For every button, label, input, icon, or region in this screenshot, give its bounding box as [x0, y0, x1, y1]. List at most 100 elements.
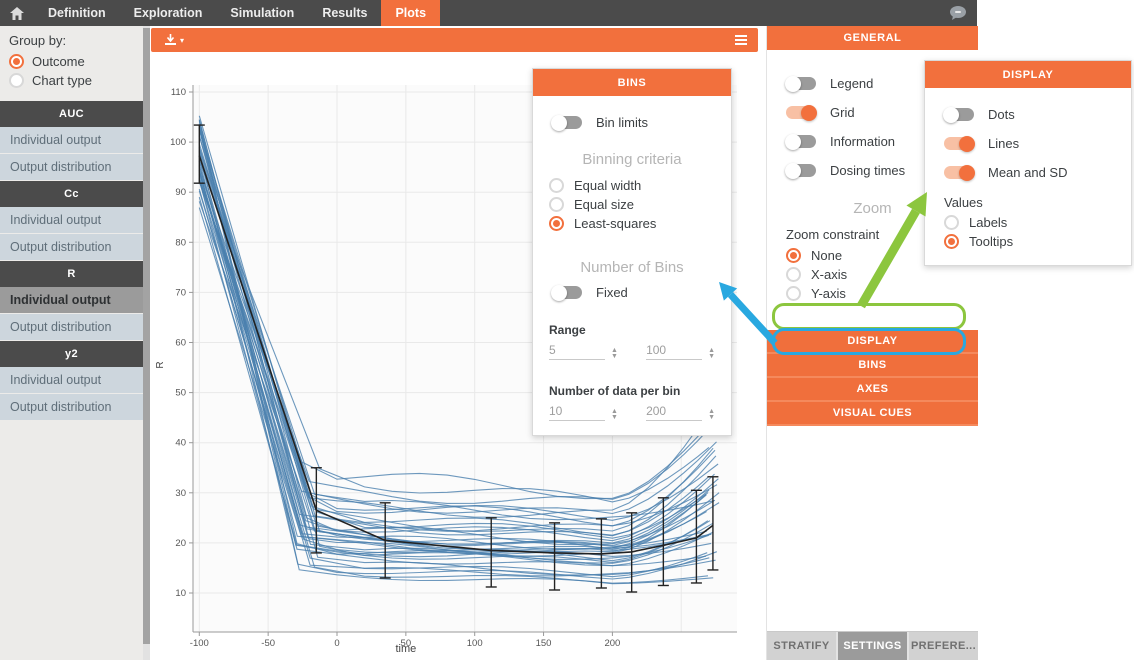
dots-toggle-switch[interactable]: [944, 108, 974, 121]
criteria-equal-size[interactable]: Equal size: [549, 195, 731, 214]
dosing-times-toggle-switch[interactable]: [786, 164, 816, 177]
fixed-bins-toggle-label: Fixed: [596, 285, 628, 300]
zoom-constraint-y-axis[interactable]: Y-axis: [786, 284, 978, 303]
values-tooltips[interactable]: Tooltips: [944, 232, 1131, 251]
bin-limits-toggle[interactable]: Bin limits: [533, 108, 731, 137]
dosing-times-toggle-label: Dosing times: [830, 163, 905, 178]
zoom-constraint-none-label: None: [811, 248, 842, 263]
svg-text:-100: -100: [190, 638, 209, 649]
lines-toggle-switch[interactable]: [944, 137, 974, 150]
values-labels[interactable]: Labels: [944, 213, 1131, 232]
dots-toggle[interactable]: Dots: [925, 100, 1131, 129]
sidebar-item-r-individual-output[interactable]: Individual output: [0, 287, 143, 313]
tab-exploration[interactable]: Exploration: [120, 0, 217, 26]
range-min-stepper[interactable]: ▲▼: [611, 348, 618, 360]
grid-toggle-knob: [801, 105, 817, 121]
range-max-input[interactable]: [646, 341, 702, 360]
sidebar-item-cc-output-distribution[interactable]: Output distribution: [0, 234, 143, 260]
feedback-button[interactable]: [949, 5, 967, 21]
group-by-radio-chart-type[interactable]: [9, 73, 24, 88]
range-max-stepper[interactable]: ▲▼: [708, 348, 715, 360]
grid-toggle-switch[interactable]: [786, 106, 816, 119]
lines-toggle[interactable]: Lines: [925, 129, 1131, 158]
stepper-down-icon: ▼: [708, 354, 715, 360]
svg-text:80: 80: [175, 237, 186, 248]
criteria-equal-size-radio[interactable]: [549, 197, 564, 212]
home-button[interactable]: [0, 0, 34, 26]
data-max-stepper[interactable]: ▲▼: [708, 409, 715, 421]
data-per-bin-label: Number of data per bin: [533, 384, 731, 398]
fixed-bins-toggle-knob: [551, 285, 567, 301]
visual-cues-button[interactable]: VISUAL CUES: [767, 402, 978, 426]
stepper-down-icon: ▼: [708, 415, 715, 421]
information-toggle-switch[interactable]: [786, 135, 816, 148]
svg-text:70: 70: [175, 287, 186, 298]
fixed-bins-toggle-switch[interactable]: [552, 286, 582, 299]
sidebar-item-y2-individual-output[interactable]: Individual output: [0, 367, 143, 393]
zoom-constraint-y-axis-label: Y-axis: [811, 286, 846, 301]
dots-toggle-knob: [943, 107, 959, 123]
data-min-input[interactable]: [549, 402, 605, 421]
svg-text:10: 10: [175, 588, 186, 599]
sidebar-item-auc-output-distribution[interactable]: Output distribution: [0, 154, 143, 180]
export-button[interactable]: ▾: [164, 34, 184, 46]
svg-text:60: 60: [175, 338, 186, 349]
group-by-radio-outcome[interactable]: [9, 54, 24, 69]
legend-toggle-switch[interactable]: [786, 77, 816, 90]
sidebar-scrollbar-thumb[interactable]: [143, 28, 150, 644]
values-tooltips-radio[interactable]: [944, 234, 959, 249]
sidebar-item-r-output-distribution[interactable]: Output distribution: [0, 314, 143, 340]
dosing-times-toggle-knob: [785, 163, 801, 179]
criteria-equal-width[interactable]: Equal width: [549, 176, 731, 195]
tab-results[interactable]: Results: [308, 0, 381, 26]
data-min-stepper[interactable]: ▲▼: [611, 409, 618, 421]
criteria-least-squares-label: Least-squares: [574, 216, 656, 231]
bin-limits-toggle-switch[interactable]: [552, 116, 582, 129]
chart-menu-button[interactable]: [735, 35, 747, 45]
svg-text:-50: -50: [261, 638, 275, 649]
display-popup: DISPLAY DotsLinesMean and SD Values Labe…: [924, 60, 1132, 266]
group-by-label-outcome: Outcome: [32, 54, 85, 69]
criteria-equal-width-label: Equal width: [574, 178, 641, 193]
axes-button[interactable]: AXES: [767, 378, 978, 402]
criteria-equal-width-radio[interactable]: [549, 178, 564, 193]
sidebar-section-y2: y2: [0, 341, 143, 367]
sidebar-item-auc-individual-output[interactable]: Individual output: [0, 127, 143, 153]
criteria-least-squares[interactable]: Least-squares: [549, 214, 731, 233]
bottom-tab-stratify[interactable]: STRATIFY: [767, 632, 836, 660]
mean-and-sd-toggle-switch[interactable]: [944, 166, 974, 179]
criteria-least-squares-radio[interactable]: [549, 216, 564, 231]
zoom-constraint-none-radio[interactable]: [786, 248, 801, 263]
mean-and-sd-toggle[interactable]: Mean and SD: [925, 158, 1131, 187]
fixed-bins-toggle[interactable]: Fixed: [533, 278, 731, 307]
sidebar-section-r: R: [0, 261, 143, 287]
tab-definition[interactable]: Definition: [34, 0, 120, 26]
sidebar-scrollbar[interactable]: [143, 26, 150, 660]
home-icon: [10, 7, 24, 20]
stepper-down-icon: ▼: [611, 415, 618, 421]
tab-plots[interactable]: Plots: [381, 0, 440, 26]
bins-button[interactable]: BINS: [767, 354, 978, 378]
sidebar-item-cc-individual-output[interactable]: Individual output: [0, 207, 143, 233]
svg-text:30: 30: [175, 488, 186, 499]
data-max-input[interactable]: [646, 402, 702, 421]
zoom-constraint-y-axis-radio[interactable]: [786, 286, 801, 301]
zoom-constraint-x-axis-radio[interactable]: [786, 267, 801, 282]
group-by-option-outcome[interactable]: Outcome: [9, 54, 134, 69]
display-button[interactable]: DISPLAY: [767, 330, 978, 354]
chat-bubble-icon: [949, 5, 967, 21]
values-tooltips-label: Tooltips: [969, 234, 1013, 249]
display-popup-header: DISPLAY: [925, 61, 1131, 88]
tab-simulation[interactable]: Simulation: [216, 0, 308, 26]
range-min-input[interactable]: [549, 341, 605, 360]
information-toggle-knob: [785, 134, 801, 150]
legend-toggle-label: Legend: [830, 76, 873, 91]
bottom-tab-settings[interactable]: SETTINGS: [838, 632, 907, 660]
group-by-option-chart-type[interactable]: Chart type: [9, 73, 134, 88]
bottom-tab-prefere[interactable]: PREFERE...: [909, 632, 978, 660]
criteria-equal-size-label: Equal size: [574, 197, 634, 212]
sidebar-item-y2-output-distribution[interactable]: Output distribution: [0, 394, 143, 420]
values-labels-radio[interactable]: [944, 215, 959, 230]
zoom-constraint-x-axis[interactable]: X-axis: [786, 265, 978, 284]
values-labels-label: Labels: [969, 215, 1007, 230]
